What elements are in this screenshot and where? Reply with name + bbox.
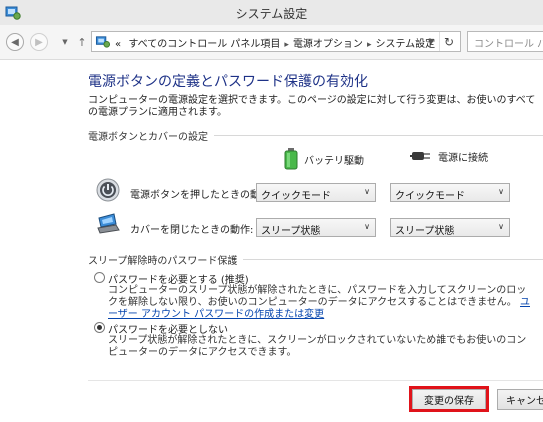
no-password-description: スリープ状態が解除されたときに、スクリーンがロックされていないため誰でもお使いの… <box>108 335 527 358</box>
no-password-label[interactable]: パスワードを必要としない <box>108 321 228 336</box>
address-bar[interactable]: « すべてのコントロール パネル項目 ▸ 電源オプション ▸ システム設定 ▼ ↻ <box>91 31 461 52</box>
power-button-plugged-select[interactable]: クイックモード ∨ <box>390 183 510 202</box>
breadcrumb-separator-icon[interactable]: ▸ <box>284 40 289 50</box>
refresh-button[interactable]: ↻ <box>439 32 458 51</box>
forward-button[interactable]: ▶ <box>30 33 48 51</box>
refresh-icon: ↻ <box>443 34 455 49</box>
divider <box>214 135 543 136</box>
chevron-down-icon: ∨ <box>498 187 504 196</box>
forward-arrow-icon: ▶ <box>35 36 43 48</box>
no-password-radio[interactable] <box>94 322 105 333</box>
control-panel-icon <box>95 36 111 48</box>
up-button[interactable]: ↑ <box>75 33 89 51</box>
chevron-down-icon: ∨ <box>364 187 370 196</box>
power-button-icon <box>96 178 120 202</box>
power-settings-heading: 電源ボタンとカバーの設定 <box>88 128 543 143</box>
lid-close-plugged-select[interactable]: スリープ状態 ∨ <box>390 218 510 237</box>
lid-close-battery-select[interactable]: スリープ状態 ∨ <box>256 218 376 237</box>
chevron-down-icon: ∨ <box>498 222 504 231</box>
chevron-down-icon: ▼ <box>427 37 435 46</box>
cancel-button[interactable]: キャンセル <box>497 389 543 410</box>
power-button-action-label: 電源ボタンを押したときの動作: <box>130 190 274 201</box>
require-password-description-text: コンピューターのスリープ状態が解除されたときに、パスワードを入力してスクリーンの… <box>108 285 527 308</box>
recent-locations-button[interactable]: ▼ <box>60 36 70 48</box>
back-button[interactable]: ◀ <box>6 33 24 51</box>
column-plugged-label: 電源に接続 <box>438 152 488 164</box>
up-arrow-icon: ↑ <box>77 35 87 49</box>
lid-close-plugged-value: スリープ状態 <box>395 226 455 237</box>
require-password-description: コンピューターのスリープ状態が解除されたときに、パスワードを入力してスクリーンの… <box>108 285 536 321</box>
require-password-radio[interactable] <box>94 272 105 283</box>
footer-divider <box>88 380 543 381</box>
breadcrumb-item-power-options[interactable]: 電源オプション <box>293 39 363 50</box>
power-button-plugged-value: クイックモード <box>395 191 465 202</box>
back-arrow-icon: ◀ <box>11 36 19 48</box>
chevron-down-icon: ▼ <box>62 38 68 46</box>
power-button-battery-select[interactable]: クイックモード ∨ <box>256 183 376 202</box>
page-title: 電源ボタンの定義とパスワード保護の有効化 <box>88 74 368 90</box>
navigation-bar: ◀ ▶ ▼ ↑ « すべてのコントロール パネル項目 ▸ 電源オプション ▸ システム設… <box>0 25 543 60</box>
lid-close-action-label: カバーを閉じたときの動作: <box>130 225 254 236</box>
lid-close-battery-value: スリープ状態 <box>261 226 321 237</box>
laptop-lid-icon <box>97 213 120 234</box>
save-button-highlight <box>409 386 489 412</box>
column-plugged-in: 電源に接続 <box>410 148 488 164</box>
password-protection-heading-text: スリープ解除時のパスワード保護 <box>88 256 238 267</box>
search-input[interactable]: コントロール パネル <box>467 31 543 52</box>
breadcrumb-item-all-items[interactable]: すべてのコントロール パネル項目 <box>128 39 280 50</box>
require-password-label[interactable]: パスワードを必要とする (推奨) <box>108 271 249 286</box>
column-battery-label: バッテリ駆動 <box>304 155 364 167</box>
breadcrumb-separator-icon[interactable]: ▸ <box>367 40 372 50</box>
breadcrumb: « すべてのコントロール パネル項目 ▸ 電源オプション ▸ システム設定 <box>115 35 435 50</box>
battery-icon <box>284 148 298 170</box>
divider <box>243 259 543 260</box>
page-description: コンピューターの電源設定を選択できます。このページの設定に対して行う変更は、お使… <box>88 95 536 118</box>
power-button-battery-value: クイックモード <box>261 191 331 202</box>
address-history-button[interactable]: ▼ <box>424 32 438 51</box>
column-battery: バッテリ駆動 <box>284 148 364 170</box>
password-protection-heading: スリープ解除時のパスワード保護 <box>88 252 543 267</box>
breadcrumb-overflow[interactable]: « <box>115 39 121 50</box>
chevron-down-icon: ∨ <box>364 222 370 231</box>
power-plug-icon <box>410 152 430 160</box>
power-settings-heading-text: 電源ボタンとカバーの設定 <box>88 132 208 143</box>
window-title: システム設定 <box>235 7 308 21</box>
title-bar: システム設定 <box>0 0 543 26</box>
